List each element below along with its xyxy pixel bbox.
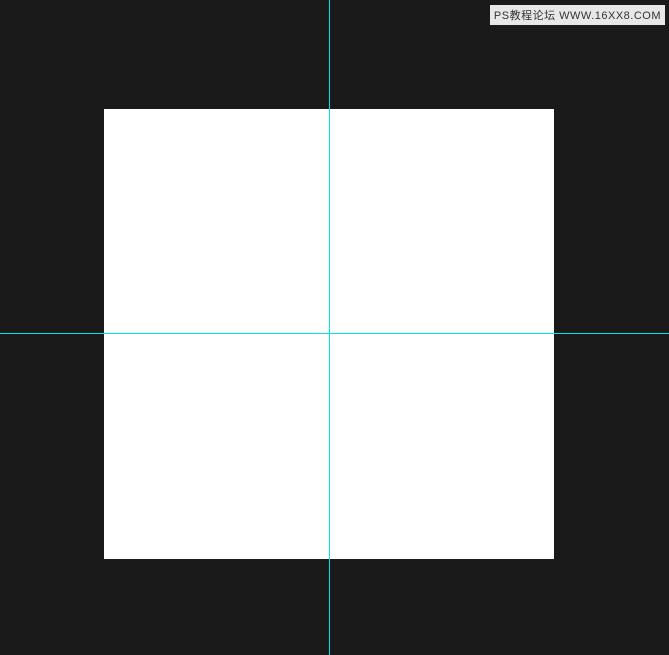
horizontal-guide[interactable] <box>0 333 669 334</box>
vertical-guide[interactable] <box>329 0 330 655</box>
watermark-label: PS教程论坛 WWW.16XX8.COM <box>490 5 665 25</box>
canvas-workspace[interactable] <box>0 0 669 655</box>
